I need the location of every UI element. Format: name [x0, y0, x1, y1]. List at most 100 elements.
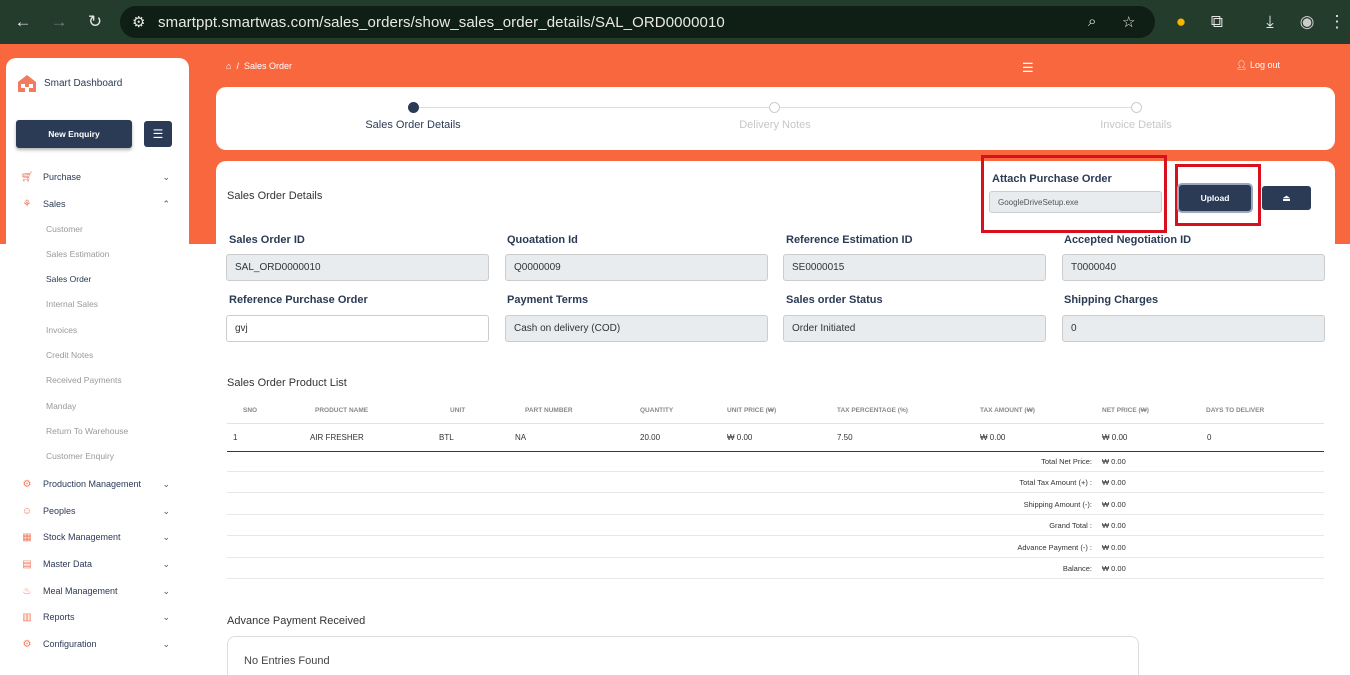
sidebar-subitem-invoices[interactable]: Invoices — [46, 325, 77, 335]
sidebar-subitem-sales-estimation[interactable]: Sales Estimation — [46, 249, 109, 259]
forward-icon[interactable]: → — [48, 11, 70, 33]
summary-value: ₩ 0.00 — [1102, 543, 1126, 552]
sidebar-subitem-customer-enquiry[interactable]: Customer Enquiry — [46, 451, 114, 461]
sidebar-subitem-received-payments[interactable]: Received Payments — [46, 375, 122, 385]
card-title: Sales Order Details — [227, 190, 323, 202]
logout-link[interactable]: 👤︎ Log out — [1236, 60, 1280, 71]
reference-purchase-order-field[interactable]: gvj — [226, 315, 489, 342]
reference-estimation-id-field: SE0000015 — [783, 254, 1046, 281]
menu-toggle-button[interactable]: ☰ — [144, 121, 172, 147]
address-bar[interactable]: ⚙ smartppt.smartwas.com/sales_orders/sho… — [120, 6, 1155, 38]
factory-icon: ⚙ — [22, 478, 32, 490]
summary-value: ₩ 0.00 — [1102, 564, 1126, 573]
quotation-id-field: Q0000009 — [505, 254, 768, 281]
empty-state-text: No Entries Found — [244, 655, 330, 667]
upload-button[interactable]: Upload — [1179, 185, 1251, 211]
table-cell: BTL — [439, 433, 454, 442]
reports-icon: ▥ — [22, 611, 32, 623]
shipping-charges-field: 0 — [1062, 315, 1325, 342]
step-connector — [780, 107, 1134, 108]
sidebar-subitem-manday[interactable]: Manday — [46, 401, 76, 411]
sidebar-item-sales[interactable]: ⚘ Sales ⌃ — [20, 196, 180, 212]
cart-icon: 🛒︎ — [20, 171, 34, 183]
more-menu-icon[interactable]: ⋮ — [1326, 11, 1348, 33]
browser-toolbar: ← → ↻ ⚙ smartppt.smartwas.com/sales_orde… — [0, 0, 1350, 44]
download-button[interactable]: ⏏ — [1262, 186, 1311, 210]
column-header: QUANTITY — [640, 407, 674, 414]
bookmark-star-icon[interactable]: ☆ — [1122, 13, 1135, 31]
step-label-delivery-notes[interactable]: Delivery Notes — [675, 119, 875, 131]
payment-terms-field: Cash on delivery (COD) — [505, 315, 768, 342]
brand[interactable]: Smart Dashboard — [16, 72, 122, 94]
hamburger-menu-icon[interactable]: ☰ — [1022, 60, 1034, 76]
sidebar-item-label: Production Management — [43, 479, 142, 489]
table-cell: ₩ 0.00 — [980, 433, 1006, 442]
extension-icon[interactable]: ● — [1170, 11, 1192, 33]
sidebar-item-peoples[interactable]: ☺ Peoples ⌄ — [20, 503, 180, 519]
sidebar-item-production-management[interactable]: ⚙ Production Management ⌄ — [20, 476, 180, 492]
url-text: smartppt.smartwas.com/sales_orders/show_… — [158, 14, 725, 31]
sidebar-subitem-return-to-warehouse[interactable]: Return To Warehouse — [46, 426, 128, 436]
new-enquiry-button[interactable]: New Enquiry — [16, 120, 132, 148]
sales-order-status-field: Order Initiated — [783, 315, 1046, 342]
column-header: PRODUCT NAME — [315, 407, 369, 414]
product-list-title: Sales Order Product List — [227, 377, 347, 389]
field-label: Sales Order ID — [229, 234, 305, 246]
field-label: Shipping Charges — [1064, 294, 1159, 306]
step-dot-active[interactable] — [408, 102, 419, 113]
reload-icon[interactable]: ↻ — [84, 11, 106, 33]
summary-label: Advance Payment (-) : — [1017, 543, 1092, 552]
puzzle-icon[interactable]: ⧉ — [1206, 11, 1228, 33]
sidebar-item-master-data[interactable]: ▤ Master Data ⌄ — [20, 556, 180, 572]
summary-row: Balance: ₩ 0.00 — [227, 558, 1324, 579]
sidebar-subitem-credit-notes[interactable]: Credit Notes — [46, 350, 93, 360]
summary-label: Balance: — [1062, 564, 1092, 573]
sidebar: Smart Dashboard New Enquiry ☰ 🛒︎ Purchas… — [6, 58, 189, 666]
sidebar-subitem-internal-sales[interactable]: Internal Sales — [46, 299, 98, 309]
chevron-down-icon: ⌄ — [162, 611, 170, 622]
sidebar-item-stock-management[interactable]: ▦ Stock Management ⌄ — [20, 529, 180, 545]
table-cell: 7.50 — [837, 433, 853, 442]
column-header: SNO — [243, 407, 258, 414]
profile-avatar[interactable]: ◉ — [1296, 11, 1318, 33]
breadcrumb-current: Sales Order — [243, 61, 292, 71]
summary-value: ₩ 0.00 — [1102, 521, 1126, 530]
column-header: PART NUMBER — [525, 407, 573, 414]
chevron-down-icon: ⌄ — [162, 585, 170, 596]
sidebar-subitem-customer[interactable]: Customer — [46, 224, 83, 234]
zoom-icon[interactable]: ⌕ — [1088, 13, 1096, 30]
sidebar-item-meal-management[interactable]: ♨ Meal Management ⌄ — [20, 583, 180, 599]
step-label-sales-order-details[interactable]: Sales Order Details — [313, 119, 513, 131]
attach-file-input[interactable]: GoogleDriveSetup.exe — [989, 191, 1162, 213]
user-icon: 👤︎ — [1236, 60, 1248, 70]
sidebar-item-reports[interactable]: ▥ Reports ⌄ — [20, 609, 180, 625]
summary-label: Grand Total : — [1049, 521, 1092, 530]
step-dot[interactable] — [1131, 102, 1142, 113]
logout-label: Log out — [1249, 60, 1280, 70]
summary-value: ₩ 0.00 — [1102, 500, 1126, 509]
people-icon: ☺ — [21, 505, 33, 517]
sales-order-id-field: SAL_ORD0000010 — [226, 254, 489, 281]
breadcrumb: ⌂ / Sales Order — [226, 61, 292, 71]
sidebar-item-configuration[interactable]: ⚙ Configuration ⌄ — [20, 636, 180, 652]
sidebar-item-label: Reports — [43, 612, 75, 622]
download-icon[interactable]: ⤓ — [1259, 11, 1281, 33]
table-cell: ₩ 0.00 — [1102, 433, 1128, 442]
advance-payment-title: Advance Payment Received — [227, 615, 366, 627]
progress-stepper: Sales Order Details Delivery Notes Invoi… — [216, 87, 1335, 150]
home-icon[interactable]: ⌂ — [226, 61, 231, 71]
column-header: DAYS TO DELIVER — [1206, 407, 1265, 414]
sidebar-item-purchase[interactable]: 🛒︎ Purchase ⌄ — [20, 169, 180, 185]
step-label-invoice-details[interactable]: Invoice Details — [1036, 119, 1236, 131]
chevron-down-icon: ⌄ — [162, 478, 170, 489]
table-cell: AIR FRESHER — [310, 433, 364, 442]
step-dot[interactable] — [769, 102, 780, 113]
site-info-icon[interactable]: ⚙ — [132, 13, 145, 31]
sidebar-subitem-sales-order[interactable]: Sales Order — [46, 274, 91, 284]
sidebar-item-label: Sales — [43, 199, 66, 209]
back-icon[interactable]: ← — [12, 11, 34, 33]
table-cell: ₩ 0.00 — [727, 433, 753, 442]
table-cell: 1 — [233, 433, 238, 442]
table-cell: 0 — [1207, 433, 1212, 442]
summary-row: Grand Total : ₩ 0.00 — [227, 515, 1324, 536]
